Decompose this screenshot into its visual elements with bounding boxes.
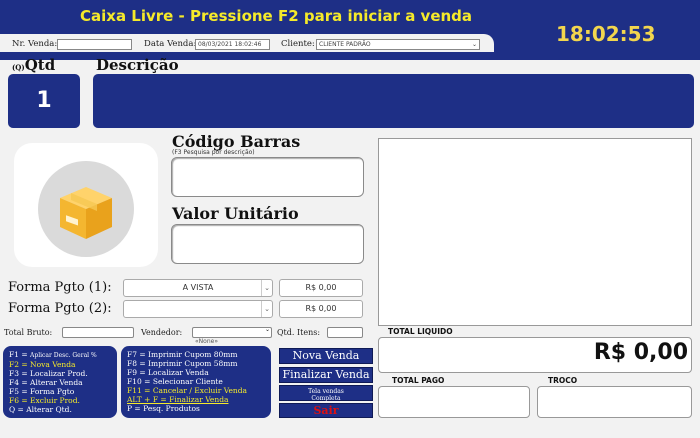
chevron-down-icon: ⌄ xyxy=(261,280,272,296)
data-venda-field[interactable]: 08/03/2021 18:02:46 xyxy=(195,39,270,50)
shortcut-p: P = Pesq. Produtos xyxy=(127,404,200,413)
shortcut-f3: F3 = Localizar Prod. xyxy=(9,369,88,378)
nova-venda-button[interactable]: Nova Venda xyxy=(279,348,373,364)
qtd-hotkey: (Q) xyxy=(12,63,25,72)
total-pago-label: TOTAL PAGO xyxy=(392,376,445,385)
total-bruto-label: Total Bruto: xyxy=(4,328,53,337)
codigo-barras-field[interactable] xyxy=(171,157,364,197)
forma-pgto-1-amount[interactable]: R$ 0,00 xyxy=(279,279,363,297)
page-title: Caixa Livre - Pressione F2 para iniciar … xyxy=(80,7,473,25)
tela-vendas-line2: Completa xyxy=(311,395,341,402)
total-liquido-label: TOTAL LIQUIDO xyxy=(388,327,453,336)
finalizar-venda-button[interactable]: Finalizar Venda xyxy=(279,367,373,383)
total-pago-field[interactable] xyxy=(378,386,530,418)
nr-venda-label: Nr. Venda: xyxy=(12,39,58,49)
forma-pgto-2-label: Forma Pgto (2): xyxy=(8,301,112,316)
troco-label: TROCO xyxy=(548,376,578,385)
vendedor-value: «None» xyxy=(195,338,218,345)
vendedor-select[interactable]: «None» ⌄ xyxy=(192,326,272,345)
total-liquido-value: R$ 0,00 xyxy=(593,340,688,365)
shortcut-f1: F1 = Aplicar Desc. Geral % xyxy=(9,350,97,359)
shortcut-f7: F7 = Imprimir Cupom 80mm xyxy=(127,350,238,359)
sair-button[interactable]: Sair xyxy=(279,403,373,418)
cliente-value: CLIENTE PADRÃO xyxy=(319,41,371,48)
shortcut-f8: F8 = Imprimir Cupom 58mm xyxy=(127,359,238,368)
items-list-panel[interactable] xyxy=(378,138,692,326)
cliente-label: Cliente: xyxy=(281,39,315,49)
shortcuts-panel-left: F1 = Aplicar Desc. Geral % F2 = Nova Ven… xyxy=(3,346,117,418)
forma-pgto-2-select[interactable]: ⌄ xyxy=(123,300,273,318)
box-icon xyxy=(38,161,134,257)
chevron-down-icon: ⌄ xyxy=(264,326,270,333)
total-bruto-field[interactable] xyxy=(62,327,134,338)
shortcut-f4: F4 = Alterar Venda xyxy=(9,378,83,387)
valor-unitario-field[interactable] xyxy=(171,224,364,264)
shortcut-f10: F10 = Selecionar Cliente xyxy=(127,377,223,386)
forma-pgto-1-value: A VISTA xyxy=(182,283,214,292)
forma-pgto-1-select[interactable]: A VISTA ⌄ xyxy=(123,279,273,297)
qtd-itens-field[interactable] xyxy=(327,327,363,338)
forma-pgto-2-amount[interactable]: R$ 0,00 xyxy=(279,300,363,318)
shortcut-f5: F5 = Forma Pgto xyxy=(9,387,75,396)
data-venda-label: Data Venda: xyxy=(144,39,197,49)
shortcut-q: Q = Alterar Qtd. xyxy=(9,405,72,414)
nr-venda-field[interactable] xyxy=(57,39,132,50)
shortcut-f2: F2 = Nova Venda xyxy=(9,360,76,369)
qtd-itens-label: Qtd. Itens: xyxy=(277,328,321,337)
descricao-field[interactable] xyxy=(93,74,694,128)
valor-unitario-label: Valor Unitário xyxy=(172,204,299,223)
tela-vendas-completa-button[interactable]: Tela vendas Completa xyxy=(279,385,373,402)
troco-field[interactable] xyxy=(537,386,692,418)
chevron-down-icon: ⌄ xyxy=(261,301,272,317)
shortcut-f9: F9 = Localizar Venda xyxy=(127,368,209,377)
clock: 18:02:53 xyxy=(556,22,656,46)
qtd-value: 1 xyxy=(36,88,52,113)
chevron-down-icon: ⌄ xyxy=(471,41,477,48)
descricao-label: Descrição xyxy=(96,56,179,74)
shortcut-f11: F11 = Cancelar / Excluir Venda xyxy=(127,386,248,395)
tela-vendas-line1: Tela vendas xyxy=(308,388,344,395)
forma-pgto-1-label: Forma Pgto (1): xyxy=(8,280,112,295)
vendedor-label: Vendedor: xyxy=(141,328,183,337)
shortcut-f6: F6 = Excluir Prod. xyxy=(9,396,80,405)
cliente-select[interactable]: CLIENTE PADRÃO ⌄ xyxy=(316,39,480,50)
qtd-label: (Q)Qtd xyxy=(12,56,56,74)
codigo-barras-hint: (F3 Pesquisa por descrição) xyxy=(172,149,255,156)
shortcuts-panel-right: F7 = Imprimir Cupom 80mm F8 = Imprimir C… xyxy=(121,346,271,418)
shortcut-alt-f: ALT + F = Finalizar Venda xyxy=(127,395,229,404)
